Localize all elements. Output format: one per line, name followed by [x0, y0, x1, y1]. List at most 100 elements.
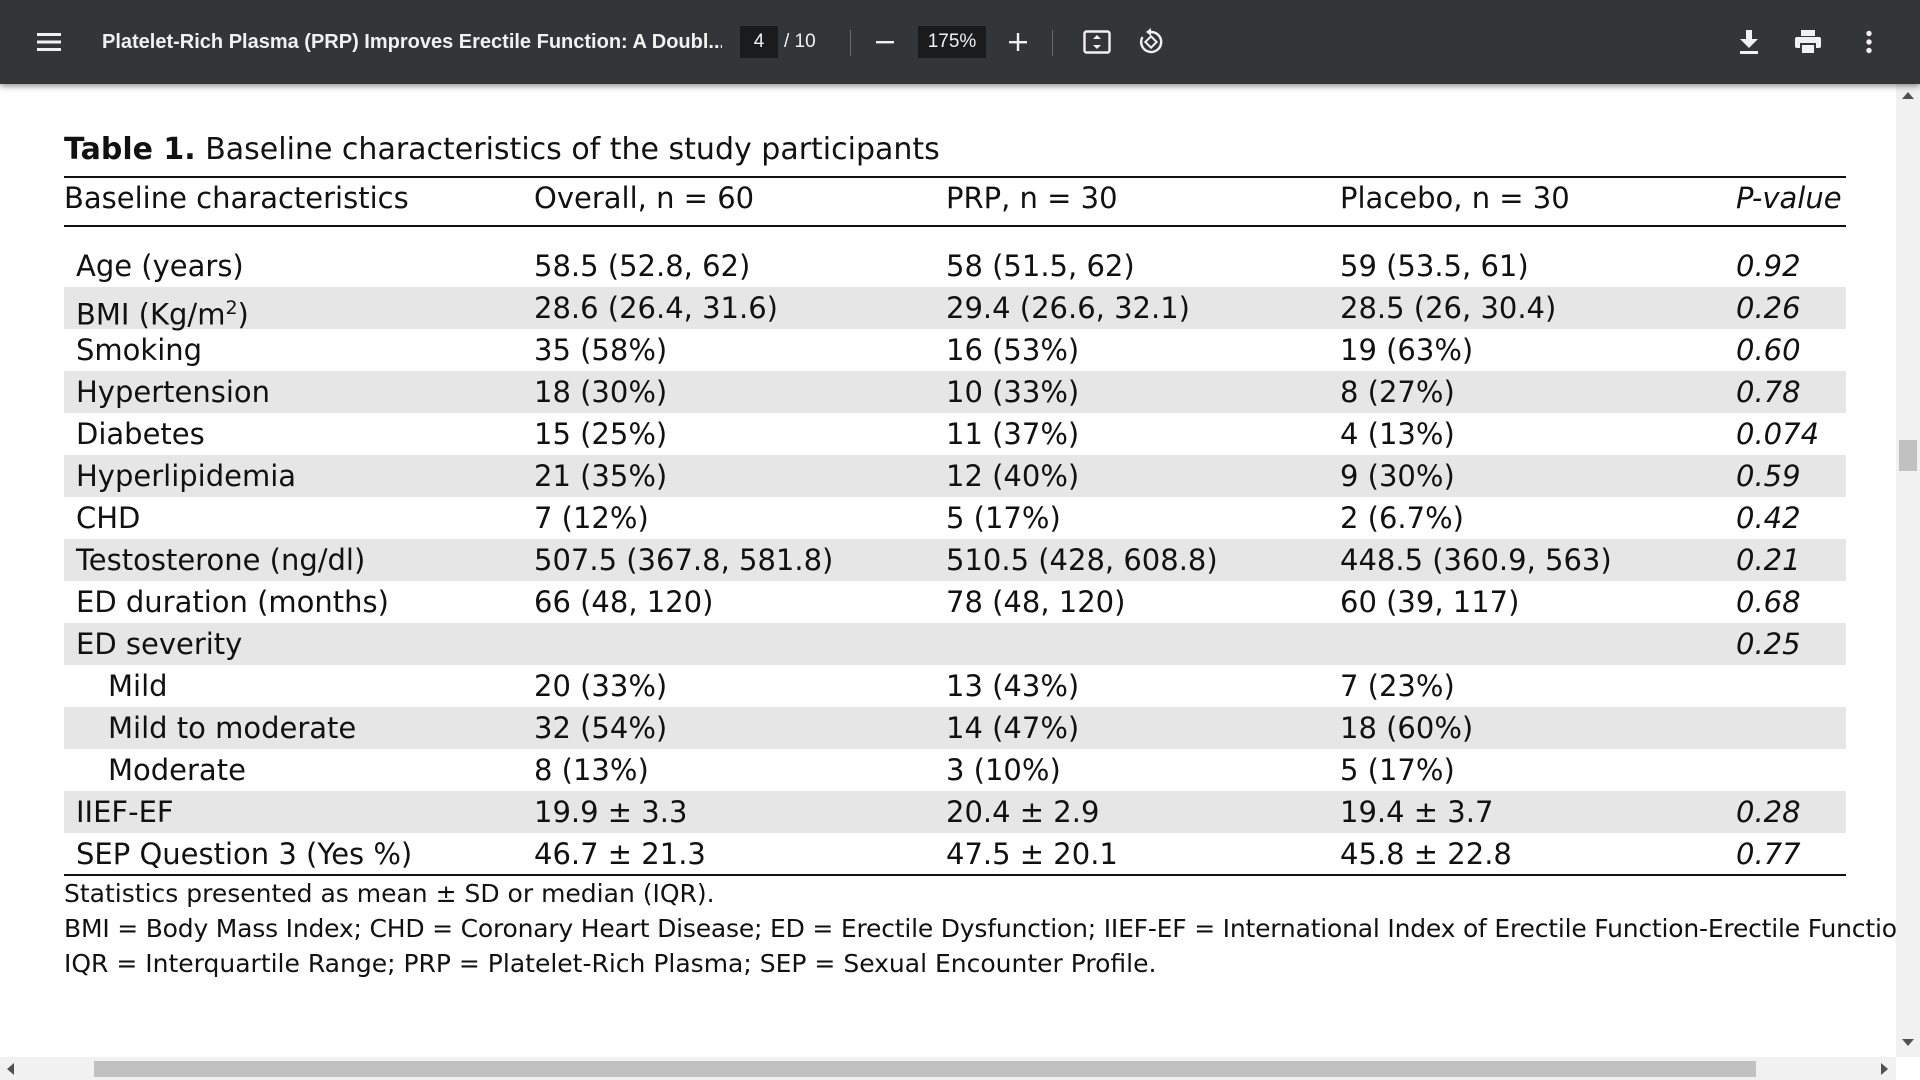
table-row: IIEF-EF 19.9 ± 3.3 20.4 ± 2.9 19.4 ± 3.7 0.2…	[64, 791, 1846, 833]
table-cell-placebo: 9 (30%)	[1340, 459, 1455, 493]
table-cell-prp: 10 (33%)	[946, 375, 1080, 409]
row-label: Diabetes	[76, 413, 205, 455]
header-cell: P-value	[1736, 181, 1842, 215]
table-cell-placebo: 19 (63%)	[1340, 333, 1474, 367]
table-row: CHD 7 (12%) 5 (17%) 2 (6.7%) 0.42	[64, 497, 1846, 539]
table-cell-p: 0.26	[1736, 291, 1801, 325]
table-cell-p: 0.78	[1736, 375, 1801, 409]
table-caption: Table 1. Baseline characteristics of the…	[64, 132, 940, 167]
table-cell-overall: 46.7 ± 21.3	[534, 837, 706, 871]
table-cell-prp: 20.4 ± 2.9	[946, 795, 1100, 829]
row-label: CHD	[76, 497, 140, 539]
scroll-right-icon[interactable]	[1881, 1063, 1888, 1075]
rotate-icon[interactable]	[1129, 20, 1173, 64]
footnote-line: IQR = Interquartile Range; PRP = Platele…	[64, 949, 1157, 978]
table-cell-p: 0.074	[1736, 417, 1820, 451]
table-cell-prp: 78 (48, 120)	[946, 585, 1126, 619]
table-cell-placebo: 2 (6.7%)	[1340, 501, 1464, 535]
row-label: Mild to moderate	[108, 707, 356, 749]
table-cell-overall: 28.6 (26.4, 31.6)	[534, 291, 778, 325]
zoom-in-icon[interactable]	[996, 20, 1040, 64]
row-label: SEP Question 3 (Yes %)	[76, 833, 412, 875]
zoom-out-icon[interactable]	[863, 20, 907, 64]
table-cell-p: 0.68	[1736, 585, 1801, 619]
row-label: Age (years)	[76, 245, 244, 287]
table-cell-placebo: 18 (60%)	[1340, 711, 1474, 745]
row-label-text: Smoking	[76, 333, 203, 367]
toolbar-divider	[850, 30, 851, 56]
table-cell-prp: 5 (17%)	[946, 501, 1061, 535]
vertical-scrollbar[interactable]	[1896, 84, 1920, 1057]
pdf-toolbar: Platelet-Rich Plasma (PRP) Improves Erec…	[0, 0, 1920, 84]
table-cell-overall: 35 (58%)	[534, 333, 668, 367]
table-cell-overall: 8 (13%)	[534, 753, 649, 787]
table-cell-p: 0.92	[1736, 249, 1801, 283]
table-cell-prp: 16 (53%)	[946, 333, 1080, 367]
table-cell-placebo: 60 (39, 117)	[1340, 585, 1520, 619]
table-row: BMI (Kg/m2) 28.6 (26.4, 31.6) 29.4 (26.6, …	[64, 287, 1846, 332]
table-cell-prp: 47.5 ± 20.1	[946, 837, 1118, 871]
row-label-text: Hypertension	[76, 375, 271, 409]
table-cell-prp: 3 (10%)	[946, 753, 1061, 787]
row-label-text: IIEF-EF	[76, 795, 174, 829]
page-number-input[interactable]: 4	[740, 26, 778, 58]
row-label: Hypertension	[76, 371, 270, 413]
row-label-text: ED duration (months)	[76, 585, 389, 619]
table-cell-overall: 19.9 ± 3.3	[534, 795, 688, 829]
table-cell-prp: 510.5 (428, 608.8)	[946, 543, 1218, 577]
table-cell-overall: 7 (12%)	[534, 501, 649, 535]
fit-page-icon[interactable]	[1075, 20, 1119, 64]
row-label-text: Mild	[108, 669, 168, 703]
table-cell-overall: 507.5 (367.8, 581.8)	[534, 543, 834, 577]
row-label: Smoking	[76, 329, 202, 371]
table-row: SEP Question 3 (Yes %) 46.7 ± 21.3 47.5 ± …	[64, 833, 1846, 875]
footnote-line: Statistics presented as mean ± SD or med…	[64, 879, 715, 908]
row-label: Hyperlipidemia	[76, 455, 296, 497]
table-row: Testosterone (ng/dl) 507.5 (367.8, 581.8)…	[64, 539, 1846, 581]
table-cell-overall: 21 (35%)	[534, 459, 668, 493]
row-label-text: Hyperlipidemia	[76, 459, 297, 493]
scroll-left-icon[interactable]	[7, 1063, 14, 1075]
table-cell-p: 0.25	[1736, 627, 1801, 661]
table-caption-text: Baseline characteristics of the study pa…	[195, 132, 940, 167]
table-cell-placebo: 5 (17%)	[1340, 753, 1455, 787]
table-row: ED duration (months) 66 (48, 120) 78 (48, …	[64, 581, 1846, 623]
row-label: Testosterone (ng/dl)	[76, 539, 365, 581]
print-icon[interactable]	[1786, 20, 1830, 64]
table-cell-prp: 11 (37%)	[946, 417, 1080, 451]
table-row: Mild 20 (33%) 13 (43%) 7 (23%)	[64, 665, 1846, 707]
scroll-up-icon[interactable]	[1902, 92, 1914, 99]
table-cell-overall: 58.5 (52.8, 62)	[534, 249, 751, 283]
table-row: Hypertension 18 (30%) 10 (33%) 8 (27%) 0.78	[64, 371, 1846, 413]
horizontal-scroll-thumb[interactable]	[94, 1061, 1756, 1077]
table-row: ED severity 0.25	[64, 623, 1846, 665]
table-cell-p: 0.28	[1736, 795, 1801, 829]
scroll-down-icon[interactable]	[1902, 1039, 1914, 1046]
table-row: Age (years) 58.5 (52.8, 62) 58 (51.5, 62) 5…	[64, 245, 1846, 287]
row-label-suffix: )	[237, 297, 249, 332]
header-cell: PRP, n = 30	[946, 181, 1118, 215]
document-title: Platelet-Rich Plasma (PRP) Improves Erec…	[102, 31, 722, 53]
table-label: Table 1.	[64, 132, 196, 167]
table-header-rule	[64, 225, 1846, 227]
menu-icon[interactable]	[28, 20, 72, 64]
vertical-scroll-thumb[interactable]	[1899, 440, 1917, 471]
table-cell-placebo: 45.8 ± 22.8	[1340, 837, 1512, 871]
row-label-text: Testosterone (ng/dl)	[76, 543, 366, 577]
row-label: Mild	[108, 665, 168, 707]
more-vert-icon[interactable]	[1847, 20, 1891, 64]
download-icon[interactable]	[1727, 20, 1771, 64]
toolbar-divider	[1052, 30, 1053, 56]
table-cell-overall: 32 (54%)	[534, 711, 668, 745]
table-cell-placebo: 448.5 (360.9, 563)	[1340, 543, 1612, 577]
table-row: Diabetes 15 (25%) 11 (37%) 4 (13%) 0.074	[64, 413, 1846, 455]
row-label-text: CHD	[76, 501, 141, 535]
document-viewport[interactable]: Table 1. Baseline characteristics of the…	[0, 84, 1896, 1057]
page-total: / 10	[784, 31, 816, 52]
header-cell: Placebo, n = 30	[1340, 181, 1570, 215]
zoom-level-input[interactable]: 175%	[918, 26, 986, 58]
table-cell-p: 0.59	[1736, 459, 1801, 493]
table-body: Age (years) 58.5 (52.8, 62) 58 (51.5, 62) 5…	[64, 245, 1846, 875]
table-cell-placebo: 19.4 ± 3.7	[1340, 795, 1494, 829]
table-row: Moderate 8 (13%) 3 (10%) 5 (17%)	[64, 749, 1846, 791]
